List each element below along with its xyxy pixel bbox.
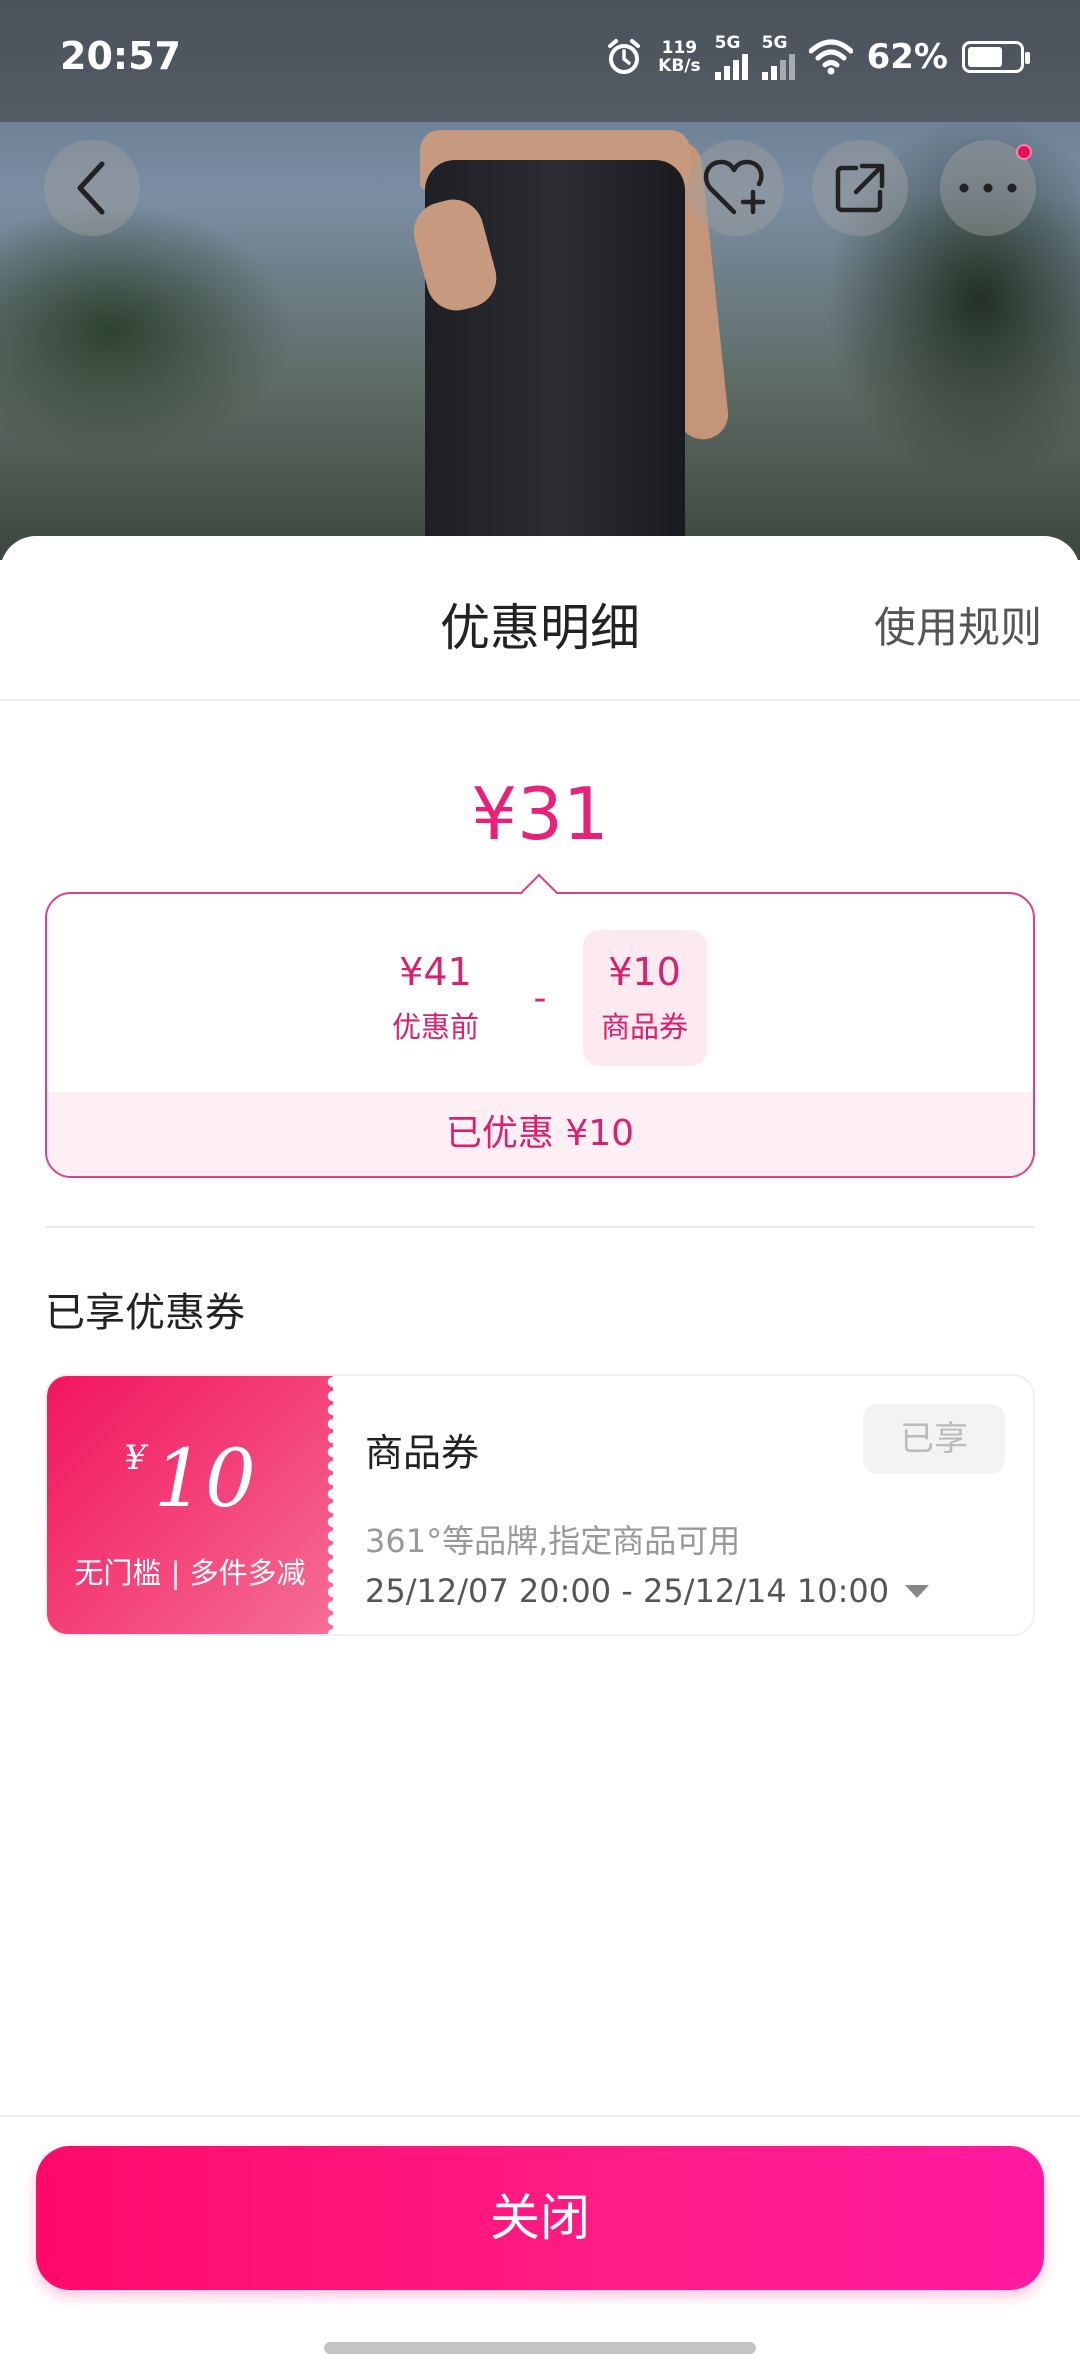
alarm-icon xyxy=(608,39,641,74)
battery-percent: 62% xyxy=(866,37,948,77)
caret-down-icon xyxy=(905,1584,930,1598)
price-breakdown: ¥41 优惠前 - ¥10 商品券 已优惠 ¥10 xyxy=(45,892,1035,1178)
status-icons: 119 KB/s 5G 5G 62% xyxy=(604,33,1030,80)
sim2-signal: 5G xyxy=(761,33,795,80)
coupon-validity[interactable]: 25/12/07 20:00 - 25/12/14 10:00 xyxy=(365,1572,930,1610)
coupon-currency: ¥ xyxy=(124,1438,146,1478)
signal-bars-icon xyxy=(761,52,795,80)
original-price-label: 优惠前 xyxy=(391,1010,479,1044)
coupon-discount-value: ¥10 xyxy=(608,950,681,994)
original-price: ¥41 优惠前 xyxy=(374,930,498,1066)
net-speed-value: 119 xyxy=(661,38,698,58)
net-speed-unit: KB/s xyxy=(658,56,701,76)
notification-dot xyxy=(1016,144,1032,160)
coupon-condition: 无门槛 | 多件多减 xyxy=(74,1556,306,1590)
sheet-header: 优惠明细 使用规则 xyxy=(0,536,1080,701)
battery-icon xyxy=(962,41,1030,73)
footer-divider xyxy=(0,2115,1080,2117)
more-button[interactable] xyxy=(940,140,1036,236)
coupon-value-panel: ¥10 无门槛 | 多件多减 xyxy=(47,1376,339,1634)
heart-plus-icon xyxy=(703,159,766,215)
sim2-label: 5G xyxy=(761,33,788,53)
coupon-discount-label: 商品券 xyxy=(600,1010,688,1044)
usage-rules-link[interactable]: 使用规则 xyxy=(874,594,1042,655)
discount-detail-sheet: 优惠明细 使用规则 ¥31 ¥41 优惠前 - ¥10 商品券 已优惠 ¥10 … xyxy=(0,536,1080,2376)
status-bar: 20:57 119 KB/s 5G 5G 62% xyxy=(0,0,1080,120)
coupon-description: 361°等品牌,指定商品可用 xyxy=(365,1522,741,1560)
chevron-left-icon xyxy=(77,161,105,215)
original-price-value: ¥41 xyxy=(399,950,472,994)
price-breakdown-row: ¥41 优惠前 - ¥10 商品券 xyxy=(47,930,1033,1066)
signal-bars-icon xyxy=(714,52,748,80)
applied-coupons-title: 已享优惠券 xyxy=(45,1290,245,1336)
close-button[interactable]: 关闭 xyxy=(36,2146,1044,2290)
minus-sign: - xyxy=(533,977,547,1019)
sim1-label: 5G xyxy=(714,33,741,53)
share-icon xyxy=(835,163,885,213)
coupon-discount: ¥10 商品券 xyxy=(582,930,707,1066)
sim1-signal: 5G xyxy=(714,33,748,80)
coupon-card[interactable]: ¥10 无门槛 | 多件多减 商品券 已享 361°等品牌,指定商品可用 25/… xyxy=(45,1374,1035,1636)
back-button[interactable] xyxy=(44,140,140,236)
section-divider xyxy=(45,1226,1035,1228)
status-time: 20:57 xyxy=(60,34,181,78)
wifi-icon xyxy=(808,39,853,75)
favorite-button[interactable] xyxy=(688,140,784,236)
saved-amount: 已优惠 ¥10 xyxy=(47,1092,1033,1176)
coupon-name: 商品券 xyxy=(365,1431,480,1475)
net-speed: 119 KB/s xyxy=(658,39,700,75)
final-price: ¥31 xyxy=(471,772,609,856)
share-button[interactable] xyxy=(812,140,908,236)
coupon-date-range: 25/12/07 20:00 - 25/12/14 10:00 xyxy=(365,1572,890,1610)
coupon-status-badge: 已享 xyxy=(863,1404,1005,1474)
coupon-amount: ¥10 xyxy=(47,1432,333,1525)
home-indicator xyxy=(324,2342,756,2354)
coupon-amount-value: 10 xyxy=(153,1432,256,1525)
more-icon xyxy=(959,183,1017,193)
